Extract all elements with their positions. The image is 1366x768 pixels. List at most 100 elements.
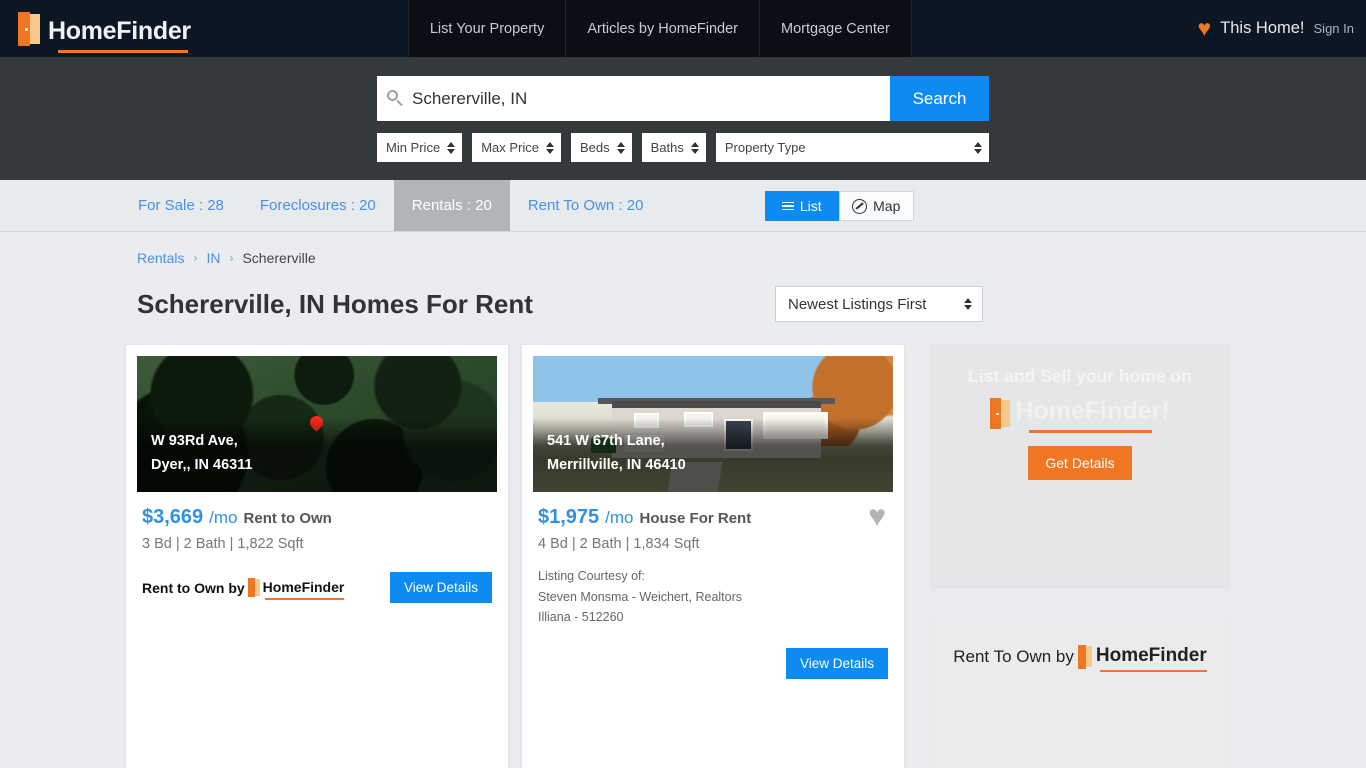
- map-view-label: Map: [873, 198, 901, 214]
- view-toggle: List Map: [765, 191, 914, 221]
- listing-courtesy-value: Steven Monsma - Weichert, Realtors Illia…: [538, 589, 743, 625]
- tab-rentals[interactable]: Rentals : 20: [393, 180, 510, 231]
- logo-text: HomeFinder: [48, 16, 191, 53]
- site-logo[interactable]: HomeFinder: [18, 11, 191, 53]
- listing-body: ♥ $1,975 /mo House For Rent 4 Bd | 2 Bat…: [522, 492, 904, 628]
- site-header: HomeFinder List Your Property Articles b…: [0, 0, 1366, 57]
- chevron-updown-icon: [447, 141, 456, 154]
- heart-icon[interactable]: ♥: [1198, 17, 1212, 40]
- filter-property-type-label: Property Type: [724, 140, 806, 155]
- listing-price: $3,669: [142, 506, 204, 528]
- primary-nav: List Your Property Articles by HomeFinde…: [407, 0, 912, 57]
- listing-address: 541 W 67th Lane, Merrillville, IN 46410: [533, 418, 893, 492]
- breadcrumb-separator: ›: [229, 251, 234, 265]
- listing-courtesy: Listing Courtesy of: Steven Monsma - Wei…: [538, 566, 778, 628]
- nav-item-mortgage-center[interactable]: Mortgage Center: [760, 0, 912, 57]
- list-view-label: List: [799, 198, 822, 214]
- listing-footer: View Details: [522, 636, 904, 693]
- listing-specs: 4 Bd | 2 Bath | 1,834 Sqft: [538, 536, 700, 552]
- filter-beds[interactable]: Beds: [570, 133, 632, 162]
- listing-price: $1,975: [538, 506, 600, 528]
- filter-row: Min Price Max Price Beds Baths Property …: [377, 133, 989, 162]
- map-view-button[interactable]: Map: [838, 191, 914, 221]
- listing-body: $3,669 /mo Rent to Own 3 Bd | 2 Bath | 1…: [126, 492, 508, 552]
- search-icon: [387, 90, 404, 107]
- filter-max-price-label: Max Price: [481, 140, 539, 155]
- sort-select[interactable]: Newest Listings First: [775, 286, 983, 322]
- category-tabs: For Sale : 28 Foreclosures : 20 Rentals …: [120, 180, 661, 231]
- listing-card[interactable]: W 93Rd Ave, Dyer,, IN 46311 $3,669 /mo R…: [125, 344, 509, 768]
- chevron-updown-icon: [545, 141, 554, 154]
- view-details-button[interactable]: View Details: [389, 572, 492, 603]
- listing-specs: 3 Bd | 2 Bath | 1,822 Sqft: [142, 536, 304, 552]
- sidebar: List and Sell your home on HomeFinder! G…: [930, 344, 1230, 768]
- filter-max-price[interactable]: Max Price: [472, 133, 561, 162]
- listing-image-photo[interactable]: 541 W 67th Lane, Merrillville, IN 46410: [533, 356, 893, 492]
- nav-item-articles[interactable]: Articles by HomeFinder: [566, 0, 761, 57]
- filter-baths-label: Baths: [650, 140, 684, 155]
- compass-icon: [852, 198, 868, 214]
- sort-select-value: Newest Listings First: [788, 295, 927, 313]
- rent-to-own-brand-row: Rent To Own by HomeFinder: [953, 645, 1207, 672]
- listing-price-line: $3,669 /mo Rent to Own: [142, 506, 492, 529]
- door-logo-icon: [1077, 645, 1092, 669]
- listing-type: House For Rent: [639, 510, 752, 527]
- filter-baths[interactable]: Baths: [641, 133, 706, 162]
- chevron-updown-icon: [690, 141, 699, 154]
- listing-address: W 93Rd Ave, Dyer,, IN 46311: [137, 418, 497, 492]
- rent-to-own-prefix: Rent To Own by: [953, 647, 1074, 666]
- filter-min-price[interactable]: Min Price: [377, 133, 463, 162]
- list-view-button[interactable]: List: [765, 191, 839, 221]
- header-actions: ♥ This Home! Sign In: [1198, 0, 1355, 57]
- listing-brand-prefix: Rent to Own by: [142, 579, 245, 596]
- listing-brand-name: HomeFinder: [262, 578, 345, 600]
- listing-address-line2: Dyer,, IN 46311: [151, 457, 253, 474]
- listing-type: Rent to Own: [243, 510, 332, 527]
- listing-brand: Rent to Own by HomeFinder: [142, 578, 345, 600]
- filter-beds-label: Beds: [579, 140, 610, 155]
- tab-foreclosures[interactable]: Foreclosures : 20: [242, 180, 394, 231]
- rent-to-own-card[interactable]: Rent To Own by HomeFinder: [930, 610, 1230, 768]
- listing-address-line1: W 93Rd Ave,: [151, 433, 238, 450]
- listing-price-line: $1,975 /mo House For Rent: [538, 506, 888, 529]
- tab-for-sale[interactable]: For Sale : 28: [120, 180, 242, 231]
- chevron-updown-icon: [616, 141, 625, 154]
- page-title: Schererville, IN Homes For Rent: [137, 288, 533, 319]
- sign-in-link[interactable]: Sign In: [1314, 21, 1354, 36]
- breadcrumb-item-current: Schererville: [242, 250, 316, 266]
- breadcrumb-separator: ›: [193, 251, 198, 265]
- breadcrumb: Rentals › IN › Schererville: [137, 250, 1366, 266]
- favorite-label[interactable]: This Home!: [1220, 19, 1304, 38]
- breadcrumb-item-rentals[interactable]: Rentals: [137, 250, 184, 266]
- listing-image-satellite[interactable]: W 93Rd Ave, Dyer,, IN 46311: [137, 356, 497, 492]
- listing-footer: Rent to Own by HomeFinder View Details: [126, 560, 508, 617]
- search-box[interactable]: [377, 76, 890, 121]
- favorite-heart-icon[interactable]: ♥: [868, 502, 886, 532]
- nav-item-list-your-property[interactable]: List Your Property: [407, 0, 567, 57]
- category-tabbar: For Sale : 28 Foreclosures : 20 Rentals …: [0, 180, 1366, 232]
- door-logo-icon: [18, 11, 40, 46]
- promo-ad-card[interactable]: List and Sell your home on HomeFinder! G…: [930, 344, 1230, 587]
- search-button[interactable]: Search: [890, 76, 989, 121]
- rent-to-own-brand-name: HomeFinder: [1096, 645, 1207, 672]
- view-details-button[interactable]: View Details: [785, 647, 888, 679]
- tab-rent-to-own[interactable]: Rent To Own : 20: [510, 180, 662, 231]
- title-row: Schererville, IN Homes For Rent Newest L…: [137, 286, 1229, 322]
- chevron-updown-icon: [974, 141, 982, 154]
- main-content: Rentals › IN › Schererville Schererville…: [0, 250, 1366, 768]
- content-columns: W 93Rd Ave, Dyer,, IN 46311 $3,669 /mo R…: [125, 344, 1366, 768]
- door-logo-icon: [990, 397, 1011, 429]
- chevron-updown-icon: [964, 298, 972, 310]
- promo-headline: List and Sell your home on: [968, 366, 1192, 386]
- listing-price-unit: /mo: [209, 508, 238, 527]
- search-input[interactable]: [412, 88, 880, 109]
- breadcrumb-item-state[interactable]: IN: [206, 250, 220, 266]
- promo-brand-name: HomeFinder!: [1015, 397, 1170, 433]
- listing-address-line2: Merrillville, IN 46410: [547, 457, 686, 474]
- listing-courtesy-label: Listing Courtesy of:: [538, 569, 645, 583]
- promo-brand-row: HomeFinder!: [930, 397, 1230, 433]
- get-details-button[interactable]: Get Details: [1028, 446, 1132, 480]
- filter-property-type[interactable]: Property Type: [715, 133, 989, 162]
- listing-card[interactable]: 541 W 67th Lane, Merrillville, IN 46410 …: [521, 344, 905, 768]
- listing-grid: W 93Rd Ave, Dyer,, IN 46311 $3,669 /mo R…: [125, 344, 905, 768]
